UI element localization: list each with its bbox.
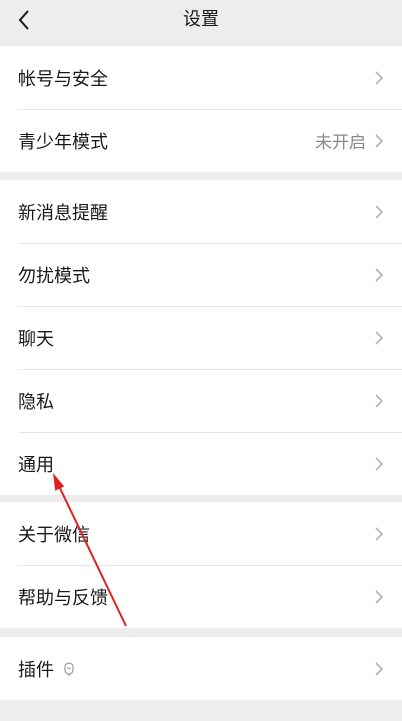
settings-item-label: 聊天 — [18, 328, 54, 350]
settings-group-about: 关于微信 帮助与反馈 — [0, 502, 402, 628]
settings-item-label: 帮助与反馈 — [18, 587, 108, 609]
settings-item-help-feedback[interactable]: 帮助与反馈 — [0, 565, 402, 628]
chevron-right-icon — [375, 526, 384, 541]
top-bar: 设置 — [0, 0, 402, 44]
settings-item-chat[interactable]: 聊天 — [0, 306, 402, 369]
settings-item-about-wechat[interactable]: 关于微信 — [0, 502, 402, 565]
page-title: 设置 — [183, 9, 219, 30]
chevron-right-icon — [375, 330, 384, 345]
settings-item-do-not-disturb[interactable]: 勿扰模式 — [0, 243, 402, 306]
settings-group-plugins: 插件 — [0, 637, 402, 700]
chevron-right-icon — [375, 661, 384, 676]
settings-item-label: 关于微信 — [18, 524, 90, 546]
settings-item-label: 通用 — [18, 454, 54, 476]
settings-group-general: 新消息提醒 勿扰模式 聊天 隐私 通用 — [0, 180, 402, 495]
settings-item-label: 插件 — [18, 659, 54, 681]
settings-item-notifications[interactable]: 新消息提醒 — [0, 180, 402, 243]
settings-item-label: 帐号与安全 — [18, 68, 108, 90]
plugin-icon — [64, 661, 74, 676]
chevron-right-icon — [375, 204, 384, 219]
chevron-right-icon — [375, 393, 384, 408]
chevron-right-icon — [375, 133, 384, 148]
chevron-right-icon — [375, 456, 384, 471]
settings-group-account: 帐号与安全 青少年模式 未开启 — [0, 46, 402, 172]
settings-item-label: 青少年模式 — [18, 131, 108, 153]
settings-item-privacy[interactable]: 隐私 — [0, 369, 402, 432]
settings-item-general[interactable]: 通用 — [0, 432, 402, 495]
chevron-right-icon — [375, 70, 384, 85]
teen-mode-status: 未开启 — [315, 133, 366, 153]
settings-item-label: 勿扰模式 — [18, 265, 90, 287]
settings-item-account-security[interactable]: 帐号与安全 — [0, 46, 402, 109]
chevron-right-icon — [375, 267, 384, 282]
settings-item-label: 新消息提醒 — [18, 202, 108, 224]
settings-item-label: 隐私 — [18, 391, 54, 413]
settings-item-plugins[interactable]: 插件 — [0, 637, 402, 700]
settings-item-teen-mode[interactable]: 青少年模式 未开启 — [0, 109, 402, 172]
chevron-right-icon — [375, 589, 384, 604]
